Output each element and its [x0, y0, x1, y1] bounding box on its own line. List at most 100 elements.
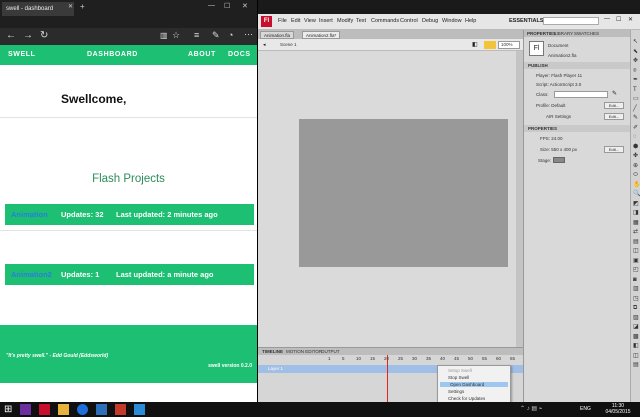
- stage-canvas[interactable]: [299, 119, 508, 267]
- menu-debug[interactable]: Debug: [422, 18, 438, 24]
- app-icon[interactable]: [115, 404, 126, 415]
- stage-scrollbar[interactable]: [516, 51, 523, 347]
- tab-motion-editor[interactable]: MOTION EDITOR: [286, 349, 322, 354]
- back-icon[interactable]: ←: [6, 30, 16, 41]
- menu-commands[interactable]: Commands: [371, 18, 399, 24]
- air-settings-label: AIR Settings: [546, 114, 572, 119]
- refresh-icon[interactable]: ↻: [40, 30, 48, 41]
- frame-number: 45: [454, 356, 460, 361]
- tab-output[interactable]: OUTPUT: [321, 349, 340, 354]
- class-input[interactable]: [554, 91, 608, 98]
- menu-edit[interactable]: Edit: [291, 18, 300, 24]
- tray-icons[interactable]: ⌃ ♪ ▤ ⌁: [520, 405, 542, 412]
- visual-studio-icon[interactable]: [20, 404, 31, 415]
- size-edit-button[interactable]: Edit...: [604, 146, 624, 153]
- frame-number: 50: [468, 356, 474, 361]
- menu-item-stop[interactable]: Stop Swell: [438, 375, 510, 380]
- welcome-heading: Swellcome,: [61, 92, 127, 106]
- menu-file[interactable]: File: [278, 18, 287, 24]
- stage-color-swatch[interactable]: [553, 157, 565, 163]
- timeline-tabs: TIMELINE MOTION EDITOR OUTPUT: [258, 348, 523, 355]
- air-edit-button[interactable]: Edit...: [604, 113, 624, 120]
- back-arrow-icon[interactable]: ◂: [263, 42, 266, 48]
- start-icon[interactable]: ⊞: [4, 404, 15, 415]
- new-tab-button[interactable]: +: [80, 2, 85, 11]
- more-icon[interactable]: ⋯: [244, 29, 253, 40]
- share-icon[interactable]: ◔: [228, 30, 233, 40]
- nav-about-link[interactable]: ABOUT: [188, 51, 216, 58]
- project-row[interactable]: Animation Updates: 32 Last updated: 2 mi…: [5, 204, 254, 225]
- file-explorer-icon[interactable]: [58, 404, 69, 415]
- menu-view[interactable]: View: [304, 18, 316, 24]
- tab-timeline[interactable]: TIMELINE: [262, 349, 283, 354]
- menu-item-setup[interactable]: Setup Swell: [438, 368, 510, 373]
- reading-view-icon[interactable]: ▥: [160, 31, 168, 40]
- doc-tab-active[interactable]: Animation2.fla*: [302, 31, 341, 39]
- frame-number: 55: [482, 356, 488, 361]
- project-row[interactable]: Animation2 Updates: 1 Last updated: a mi…: [5, 264, 254, 285]
- app-icon[interactable]: [134, 404, 145, 415]
- browser-tab[interactable]: swell - dashboard: [2, 2, 74, 16]
- project-last-updated: Last updated: 2 minutes ago: [116, 210, 218, 219]
- menu-window[interactable]: Window: [442, 18, 462, 24]
- clock[interactable]: 11:30 04/05/2015: [600, 403, 636, 415]
- zoom-select[interactable]: 100%: [498, 41, 520, 49]
- doc-type-label: Document: [548, 43, 569, 48]
- tool-icons[interactable]: ↖ ⬉ ✥ ⌾ ✒ T ▭ ╱ ✎ ✐ ◌ ⬢ ✤ ⊕ ⬭ ✋ 🔍 ◩ ◨ ▦ ⇄ ▤ ◫ ▣ ◰ ◙ ▥ ◳ ⧉ ▨ ◪ ▩ ◧ ◫ ▤: [633, 38, 640, 371]
- publish-section[interactable]: PUBLISH: [524, 62, 630, 69]
- close-window-icon[interactable]: ✕: [242, 2, 248, 10]
- doc-tab[interactable]: Animation.fla: [260, 31, 295, 39]
- frame-number: 60: [496, 356, 502, 361]
- maximize-icon[interactable]: ☐: [616, 16, 621, 23]
- edit-symbol-icon[interactable]: [484, 41, 496, 49]
- menu-text[interactable]: Text: [356, 18, 366, 24]
- menu-item-settings[interactable]: Settings: [438, 389, 510, 394]
- workspace-selector[interactable]: ESSENTIALS: [509, 18, 544, 24]
- menu-item-check-updates[interactable]: Check for Updates: [438, 396, 510, 401]
- minimize-icon[interactable]: —: [604, 16, 610, 22]
- nav-docs-link[interactable]: DOCS: [228, 51, 251, 58]
- tools-panel: ↖ ⬉ ✥ ⌾ ✒ T ▭ ╱ ✎ ✐ ◌ ⬢ ✤ ⊕ ⬭ ✋ 🔍 ◩ ◨ ▦ ⇄ ▤ ◫ ▣ ◰ ◙ ▥ ◳ ⧉ ▨ ◪ ▩ ◧ ◫ ▤: [630, 30, 640, 402]
- project-name[interactable]: Animation2: [5, 270, 61, 279]
- flash-taskbar-icon[interactable]: [39, 404, 50, 415]
- footer-version: swell version 0.2.0: [208, 363, 252, 369]
- tab-close-icon[interactable]: ✕: [68, 3, 73, 10]
- properties-section[interactable]: PROPERTIES: [524, 125, 630, 132]
- profile-edit-button[interactable]: Edit...: [604, 102, 624, 109]
- size-value: Size: 550 x 400 px: [540, 147, 578, 152]
- close-window-icon[interactable]: ✕: [628, 16, 633, 23]
- frame-number: 5: [342, 356, 345, 361]
- minimize-icon[interactable]: —: [208, 2, 215, 9]
- site-navbar: SWELL DASHBOARD ABOUT DOCS: [0, 45, 257, 65]
- project-name[interactable]: Animation: [5, 210, 61, 219]
- menu-control[interactable]: Control: [400, 18, 418, 24]
- tab-swatches[interactable]: SWATCHES: [574, 31, 599, 36]
- app-icon[interactable]: [96, 404, 107, 415]
- tab-library[interactable]: LIBRARY: [554, 31, 573, 36]
- menu-modify[interactable]: Modify: [337, 18, 353, 24]
- layer-name[interactable]: Layer 1: [268, 366, 283, 371]
- note-icon[interactable]: ✎: [212, 30, 220, 41]
- flash-menubar: Fl File Edit View Insert Modify Text Com…: [258, 14, 640, 30]
- edit-scene-icon[interactable]: ◧: [472, 41, 478, 48]
- edge-browser-icon[interactable]: [77, 404, 88, 415]
- menu-insert[interactable]: Insert: [319, 18, 333, 24]
- language-indicator[interactable]: ENG: [580, 406, 591, 412]
- clock-date: 04/05/2015: [605, 409, 631, 415]
- fps-value[interactable]: FPS: 24.00: [540, 136, 563, 141]
- favorite-star-icon[interactable]: ☆: [172, 30, 180, 41]
- brand-link[interactable]: SWELL: [8, 51, 36, 58]
- search-input[interactable]: [543, 17, 599, 25]
- forward-icon[interactable]: →: [23, 30, 33, 41]
- hub-icon[interactable]: ≡: [194, 30, 199, 40]
- menu-item-open-dashboard[interactable]: Open Dashboard: [440, 382, 508, 388]
- project-last-updated: Last updated: a minute ago: [116, 270, 214, 279]
- maximize-icon[interactable]: ☐: [224, 2, 230, 10]
- tab-properties[interactable]: PROPERTIES: [527, 31, 556, 36]
- menu-help[interactable]: Help: [465, 18, 476, 24]
- scene-label[interactable]: Scene 1: [280, 42, 297, 47]
- stage-area: [258, 51, 523, 352]
- nav-dashboard-link[interactable]: DASHBOARD: [87, 51, 138, 58]
- pencil-icon[interactable]: ✎: [612, 90, 617, 97]
- playhead[interactable]: [387, 355, 388, 403]
